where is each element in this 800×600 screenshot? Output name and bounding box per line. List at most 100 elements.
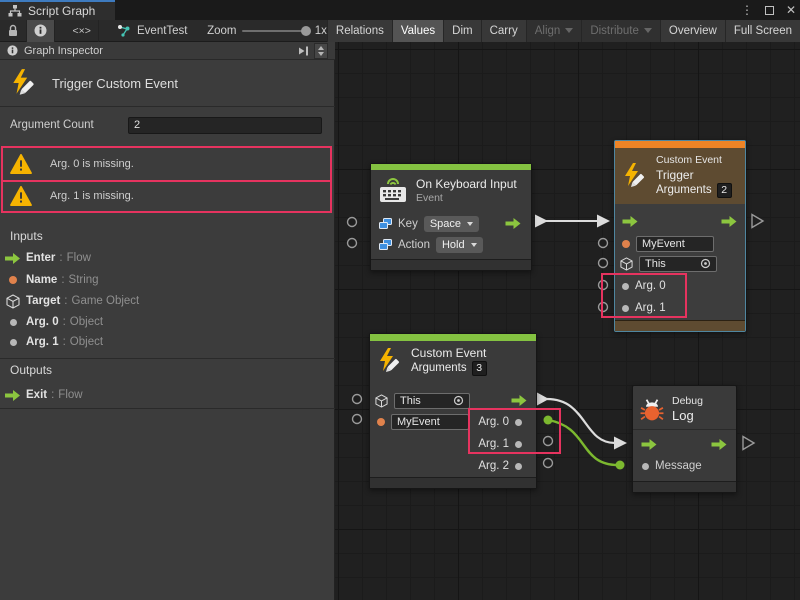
- node-title: Custom Event: [411, 346, 487, 361]
- tab-script-graph[interactable]: Script Graph: [0, 0, 115, 20]
- arguments-count-field[interactable]: 2: [717, 183, 732, 198]
- port-row-name: Name:String: [0, 270, 335, 290]
- panel-spinner[interactable]: [314, 43, 328, 59]
- outputs-header: Outputs: [10, 363, 52, 377]
- graph-name: EventTest: [137, 25, 188, 37]
- values-button[interactable]: Values: [392, 20, 443, 42]
- input-port[interactable]: [599, 281, 608, 290]
- on-keyboard-input-node[interactable]: On Keyboard Input Event Key Space: [370, 163, 532, 271]
- output-port[interactable]: [544, 459, 553, 468]
- object-picker-icon[interactable]: [700, 258, 711, 269]
- event-name-row: MyEvent: [622, 234, 714, 253]
- close-icon[interactable]: ✕: [786, 0, 796, 20]
- bug-icon: [640, 398, 664, 422]
- flow-input-arrow[interactable]: [622, 216, 639, 227]
- argument-count-field[interactable]: 2: [128, 117, 322, 134]
- flow-output-arrow[interactable]: [721, 216, 738, 227]
- flow-output-arrow[interactable]: [511, 395, 528, 406]
- title-bar: Script Graph ⋮ ✕: [0, 0, 800, 20]
- flow-wire-arrowhead: [597, 215, 610, 228]
- string-value-icon: [377, 418, 385, 426]
- debug-log-node[interactable]: Debug Log Message: [632, 385, 737, 493]
- arg-output-row: Arg. 2: [478, 457, 522, 475]
- flow-input-arrow[interactable]: [641, 439, 658, 450]
- full-screen-button[interactable]: Full Screen: [725, 20, 800, 42]
- input-port[interactable]: [599, 303, 608, 312]
- code-icon: <×>: [73, 25, 91, 37]
- warning-row: Arg. 0 is missing.: [3, 148, 330, 180]
- script-graph-icon: [8, 5, 22, 17]
- arg-row: Arg. 0: [622, 277, 666, 295]
- target-field[interactable]: This: [639, 256, 717, 272]
- align-button[interactable]: Align: [526, 20, 582, 42]
- inputs-header: Inputs: [10, 229, 43, 243]
- graph-breadcrumb[interactable]: EventTest: [117, 24, 188, 37]
- carry-button[interactable]: Carry: [481, 20, 526, 42]
- zoom-label: Zoom: [207, 25, 236, 37]
- connected-value-port[interactable]: [616, 461, 625, 470]
- inspector-toggle-button[interactable]: [27, 20, 55, 42]
- custom-event-icon: [622, 162, 648, 190]
- node-category: Custom Event: [656, 154, 732, 167]
- code-view-button[interactable]: <×>: [66, 20, 99, 42]
- graph-canvas[interactable]: On Keyboard Input Event Key Space: [335, 42, 800, 600]
- input-port[interactable]: [348, 218, 357, 227]
- connected-value-port[interactable]: [544, 416, 553, 425]
- event-name-field[interactable]: MyEvent: [636, 236, 714, 252]
- object-value-icon: [10, 339, 17, 346]
- input-binding-icon: [379, 239, 392, 251]
- collapse-panel-icon[interactable]: [299, 45, 309, 57]
- warnings-highlight-box: Arg. 0 is missing. Arg. 1 is missing.: [1, 146, 332, 213]
- arguments-label: Arguments: [411, 361, 467, 375]
- window-menu-icon[interactable]: ⋮: [741, 0, 753, 20]
- arg-row: Arg. 1: [622, 299, 666, 317]
- flow-output-port-triangle[interactable]: [743, 437, 754, 450]
- target-field[interactable]: This: [394, 393, 470, 409]
- distribute-button[interactable]: Distribute: [581, 20, 660, 42]
- message-row: Message: [642, 457, 702, 475]
- keyboard-icon: [378, 178, 408, 204]
- graph-toolbar: <×> EventTest Zoom 1x Relations Values D…: [0, 20, 800, 42]
- zoom-slider[interactable]: [242, 30, 308, 32]
- input-port[interactable]: [348, 239, 357, 248]
- lock-button[interactable]: [0, 20, 27, 42]
- spinner-down-icon[interactable]: [318, 52, 324, 56]
- arg-output-row: Arg. 0: [478, 413, 522, 431]
- input-port[interactable]: [353, 415, 362, 424]
- warning-icon: [10, 186, 32, 206]
- flow-output-arrow[interactable]: [711, 439, 728, 450]
- action-dropdown[interactable]: Hold: [436, 237, 483, 253]
- dim-button[interactable]: Dim: [443, 20, 480, 42]
- warning-row: Arg. 1 is missing.: [3, 180, 330, 212]
- flow-wire: [547, 399, 615, 443]
- overview-button[interactable]: Overview: [660, 20, 725, 42]
- object-value-icon: [515, 441, 522, 448]
- maximize-icon[interactable]: [765, 6, 774, 15]
- key-dropdown[interactable]: Space: [424, 216, 479, 232]
- zoom-slider-handle[interactable]: [301, 26, 311, 36]
- object-value-icon: [622, 283, 629, 290]
- arguments-count-field[interactable]: 3: [472, 361, 487, 376]
- flow-output-arrow[interactable]: [505, 218, 522, 229]
- trigger-custom-event-node[interactable]: Custom Event Trigger Arguments 2 MyEvent: [614, 140, 746, 332]
- custom-event-node[interactable]: Custom Event Arguments 3 This: [369, 333, 537, 489]
- input-port[interactable]: [599, 239, 608, 248]
- chevron-down-icon: [467, 222, 473, 226]
- input-port[interactable]: [599, 259, 608, 268]
- node-title: Trigger: [656, 168, 732, 183]
- spinner-up-icon[interactable]: [318, 46, 324, 50]
- relations-button[interactable]: Relations: [327, 20, 392, 42]
- game-object-cube-icon: [620, 257, 633, 271]
- output-port[interactable]: [544, 437, 553, 446]
- input-port[interactable]: [353, 395, 362, 404]
- argument-count-row: Argument Count 2: [0, 107, 335, 146]
- event-name-row: MyEvent: [377, 412, 469, 431]
- warning-icon: [10, 154, 32, 174]
- action-row: Action Hold: [379, 235, 483, 255]
- object-picker-icon[interactable]: [453, 395, 464, 406]
- target-row: This: [375, 391, 470, 410]
- port-row-target: Target:Game Object: [0, 291, 335, 311]
- tab-title: Script Graph: [28, 4, 95, 18]
- flow-output-port-triangle[interactable]: [752, 215, 763, 228]
- event-name-field[interactable]: MyEvent: [391, 414, 469, 430]
